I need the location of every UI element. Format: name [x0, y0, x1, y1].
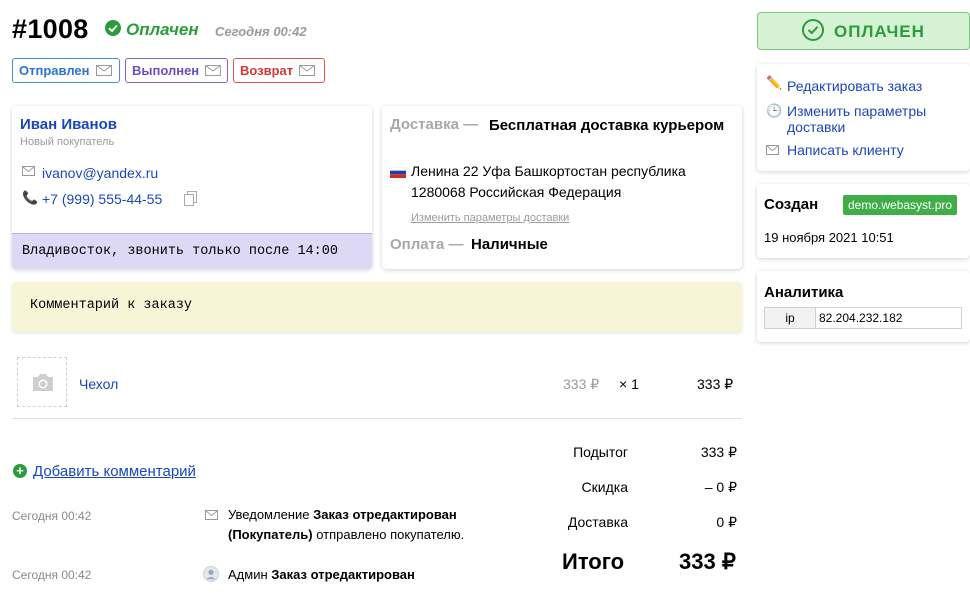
log-time: Сегодня 00:42: [12, 509, 92, 523]
subtotal-label: Подытог: [573, 444, 628, 460]
russia-flag-icon: [390, 167, 406, 178]
shipping-card: Доставка — Бесплатная доставка курьером …: [382, 106, 742, 269]
envelope-icon: [22, 166, 35, 176]
order-comment-text: Комментарий к заказу: [30, 298, 193, 313]
check-circle-icon: [105, 20, 121, 36]
user-avatar-icon: [203, 566, 219, 582]
log-entry: Админ Заказ отредактирован: [228, 565, 415, 585]
plus-circle-icon[interactable]: +: [13, 464, 27, 478]
shipped-button[interactable]: Отправлен: [12, 58, 120, 83]
log-suffix: отправлено покупателю.: [316, 527, 465, 542]
log-entry: Уведомление Заказ отредактирован (Покупа…: [228, 505, 498, 545]
paid-status-label: ОПЛАЧЕН: [834, 22, 925, 41]
discount-value: – 0 ₽: [704, 479, 737, 495]
status-time: Сегодня 00:42: [215, 24, 307, 39]
item-total: 333 ₽: [697, 376, 734, 392]
log-prefix: Админ: [228, 567, 268, 582]
address-line-2: 1280068 Российская Федерация: [411, 184, 622, 200]
shipping-address: Ленина 22 Уфа Башкортостан республика 12…: [411, 161, 731, 203]
payment-label: Оплата —: [390, 236, 464, 253]
envelope-icon: [95, 65, 112, 76]
shipping-method: Бесплатная доставка курьером: [489, 117, 725, 134]
refund-button[interactable]: Возврат: [233, 58, 325, 83]
envelope-icon: [205, 510, 218, 520]
refund-button-label: Возврат: [240, 63, 294, 78]
shipping-total-label: Доставка: [567, 514, 628, 530]
order-comment: Комментарий к заказу: [12, 282, 742, 332]
product-image-placeholder[interactable]: [17, 357, 67, 407]
customer-type: Новый покупатель: [20, 136, 115, 148]
discount-label: Скидка: [581, 479, 628, 495]
order-status: Оплачен: [126, 20, 199, 39]
source-badge: demo.webasyst.pro: [843, 195, 958, 215]
payment-method: Наличные: [471, 236, 548, 253]
check-circle-icon: [802, 19, 824, 41]
analytics-value: 82.204.232.182: [815, 307, 962, 329]
customer-phone[interactable]: +7 (999) 555-44-55: [42, 191, 162, 207]
total-label: Итого: [562, 549, 625, 574]
write-customer-link[interactable]: Написать клиенту: [787, 142, 904, 158]
created-date: 19 ноября 2021 10:51: [764, 230, 894, 245]
copy-icon[interactable]: [184, 191, 197, 206]
envelope-icon: [766, 145, 779, 155]
log-time: Сегодня 00:42: [12, 568, 92, 582]
add-comment-link[interactable]: Добавить комментарий: [33, 463, 196, 480]
completed-button[interactable]: Выполнен: [125, 58, 228, 83]
analytics-card: Аналитика ip 82.204.232.182: [757, 271, 970, 342]
created-card: Создан demo.webasyst.pro 19 ноября 2021 …: [757, 184, 970, 258]
order-actions-card: ✏️ Редактировать заказ 🕒 Изменить параме…: [757, 64, 970, 171]
phone-icon: 📞: [22, 190, 39, 205]
item-quantity: × 1: [619, 376, 639, 392]
customer-name[interactable]: Иван Иванов: [20, 116, 117, 133]
item-price: 333 ₽: [563, 376, 600, 392]
subtotal-value: 333 ₽: [700, 444, 737, 460]
clock-icon: 🕒: [766, 103, 783, 118]
shipped-button-label: Отправлен: [19, 63, 90, 78]
log-event: Заказ отредактирован: [271, 567, 415, 582]
order-number: #1008: [12, 14, 89, 44]
divider: [12, 418, 742, 419]
camera-icon: [33, 374, 53, 391]
item-name[interactable]: Чехол: [79, 376, 118, 392]
envelope-icon: [299, 65, 316, 76]
customer-email[interactable]: ivanov@yandex.ru: [42, 165, 158, 181]
customer-note: Владивосток, звонить только после 14:00: [12, 233, 372, 269]
pencil-icon: ✏️: [766, 75, 783, 90]
edit-order-link[interactable]: Редактировать заказ: [787, 78, 922, 94]
analytics-key: ip: [764, 307, 816, 329]
customer-card: Иван Иванов Новый покупатель ivanov@yand…: [12, 106, 372, 269]
paid-status-panel: ОПЛАЧЕН: [757, 12, 970, 50]
edit-shipping-params-link[interactable]: Изменить параметры доставки: [787, 103, 962, 135]
address-line-1: Ленина 22 Уфа Башкортостан республика: [411, 163, 686, 179]
edit-shipping-link[interactable]: Изменить параметры доставки: [411, 212, 569, 224]
envelope-icon: [205, 65, 221, 76]
created-title: Создан: [764, 196, 819, 213]
shipping-total-value: 0 ₽: [716, 514, 737, 530]
log-prefix: Уведомление: [228, 507, 310, 522]
analytics-title: Аналитика: [764, 284, 844, 301]
completed-button-label: Выполнен: [132, 63, 200, 78]
total-value: 333 ₽: [679, 549, 736, 574]
shipping-label: Доставка —: [390, 116, 479, 133]
